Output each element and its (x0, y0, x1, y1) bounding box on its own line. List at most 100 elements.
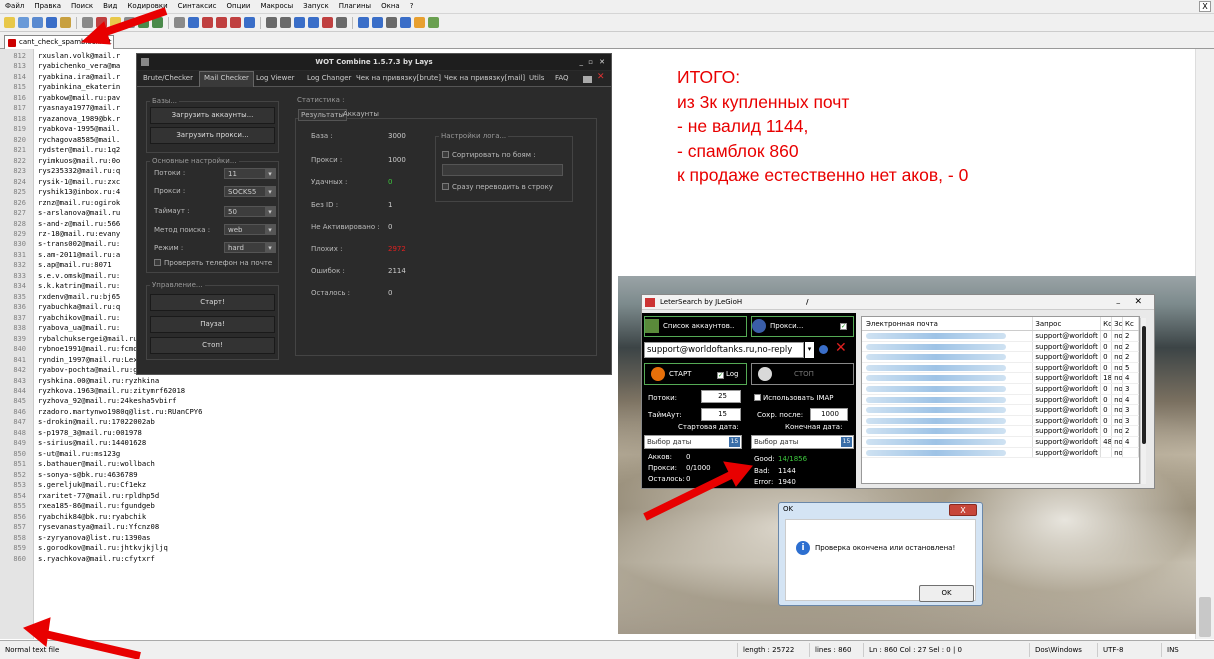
toolbar-icon-4[interactable] (60, 17, 71, 28)
sort-by-battles-checkbox[interactable]: Сортировать по боям : (442, 151, 536, 159)
vertical-scrollbar[interactable] (1195, 49, 1214, 639)
stop-button[interactable]: Стоп! (150, 337, 275, 354)
menu-item-2[interactable]: Поиск (66, 0, 98, 10)
mode-select[interactable]: hard (224, 242, 276, 253)
toolbar-icon-20[interactable] (308, 17, 319, 28)
toolbar-icon-3[interactable] (46, 17, 57, 28)
toolbar-icon-18[interactable] (280, 17, 291, 28)
toolbar-icon-17[interactable] (266, 17, 277, 28)
menu-item-6[interactable]: Опции (222, 0, 256, 10)
toolbar-icon-6[interactable] (96, 17, 107, 28)
toolbar-icon-12[interactable] (188, 17, 199, 28)
threads-stepper[interactable]: 11 (224, 168, 276, 179)
load-accounts-button[interactable]: Загрузить аккаунты... (150, 107, 275, 124)
close-icon[interactable]: ✕ (1134, 295, 1142, 310)
table-row[interactable]: support@worldoft 0 no 3 (862, 415, 1139, 427)
minimize-icon[interactable]: _ (580, 54, 584, 70)
toolbar-icon-7[interactable] (110, 17, 121, 28)
accounts-list-button[interactable]: Список аккаунтов.. (644, 316, 747, 337)
table-row[interactable]: support@worldoft 0 no 2 (862, 352, 1139, 363)
toolbar-icon-14[interactable] (216, 17, 227, 28)
table-row[interactable]: support@worldoft 0 no 4 (862, 394, 1139, 406)
imap-checkbox[interactable]: Использовать IMAP (754, 394, 834, 402)
pause-button[interactable]: Пауза! (150, 316, 275, 333)
menu-item-3[interactable]: Вид (98, 0, 122, 10)
to-line-checkbox[interactable]: Сразу переводить в строку (442, 183, 553, 191)
menu-item-8[interactable]: Запуск (298, 0, 334, 10)
table-row[interactable]: support@worldoft 0 no 2 (862, 331, 1139, 342)
column-k2[interactable]: Кс (1123, 317, 1139, 330)
tab-log-changer[interactable]: Log Changer (307, 74, 351, 82)
ok-button[interactable]: OK (919, 585, 974, 602)
close-button[interactable]: X (949, 504, 977, 516)
table-scrollbar[interactable] (1140, 318, 1146, 484)
timeout-stepper[interactable]: 15 (701, 408, 741, 421)
toolbar-icon-15[interactable] (230, 17, 241, 28)
menu-item-10[interactable]: Окна (376, 0, 405, 10)
column-k1[interactable]: Кс (1101, 317, 1113, 330)
toolbar-icon-2[interactable] (32, 17, 43, 28)
scrollbar-thumb[interactable] (1199, 597, 1211, 637)
close-icon[interactable]: ✕ (599, 54, 605, 70)
calendar-icon[interactable]: 15 (841, 437, 852, 447)
toolbar-icon-11[interactable] (174, 17, 185, 28)
toolbar-icon-26[interactable] (400, 17, 411, 28)
load-proxy-button[interactable]: Загрузить прокси... (150, 127, 275, 144)
add-icon[interactable] (819, 345, 828, 354)
proxy-checkbox[interactable]: ✓ (840, 323, 847, 330)
stop-button[interactable]: СТОП (751, 363, 854, 385)
menu-item-9[interactable]: Плагины (334, 0, 376, 10)
toolbar-icon-13[interactable] (202, 17, 213, 28)
table-row[interactable]: support@worldoft 0 no 5 (862, 362, 1139, 374)
tab-utils[interactable]: Utils (529, 74, 544, 82)
log-checkbox[interactable]: ✓ Log (717, 364, 739, 384)
toolbar-icon-27[interactable] (414, 17, 425, 28)
toolbar-icon-22[interactable] (336, 17, 347, 28)
tab-log-viewer[interactable]: Log Viewer (256, 74, 295, 82)
search-method-select[interactable]: web (224, 224, 276, 235)
toolbar-icon-0[interactable] (4, 17, 15, 28)
menu-item-7[interactable]: Макросы (255, 0, 298, 10)
table-row[interactable]: support@worldoft 0 no 2 (862, 426, 1139, 437)
tools-icon[interactable]: ✕ (597, 72, 605, 82)
toolbar-icon-28[interactable] (428, 17, 439, 28)
toolbar-icon-1[interactable] (18, 17, 29, 28)
check-phone-checkbox[interactable]: Проверять телефон на почте (154, 259, 272, 267)
menu-item-1[interactable]: Правка (29, 0, 66, 10)
toolbar-icon-24[interactable] (372, 17, 383, 28)
toolbar-icon-5[interactable] (82, 17, 93, 28)
scrollbar-thumb[interactable] (1142, 326, 1146, 444)
tab-brute-checker[interactable]: Brute/Checker (143, 74, 193, 82)
menu-item-4[interactable]: Кодировки (122, 0, 172, 10)
close-icon[interactable]: X (1199, 1, 1211, 12)
proxy-type-select[interactable]: SOCKS5 (224, 186, 276, 197)
proxy-button[interactable]: Прокси... ✓ (751, 316, 854, 337)
table-row[interactable]: support@worldoft 0 no 3 (862, 383, 1139, 395)
delete-icon[interactable]: ✕ (835, 341, 847, 355)
sort-battles-input[interactable] (442, 164, 563, 176)
column-email[interactable]: Электронная почта (862, 317, 1034, 330)
settings-icon[interactable] (583, 76, 592, 83)
tab-check-binding-mail[interactable]: Чек на привязку[mail] (444, 74, 525, 82)
threads-stepper[interactable]: 25 (701, 390, 741, 403)
start-button[interactable]: СТАРТ ✓ Log (644, 363, 747, 385)
toolbar-icon-9[interactable] (138, 17, 149, 28)
toolbar-icon-21[interactable] (322, 17, 333, 28)
timeout-stepper[interactable]: 50 (224, 206, 276, 217)
sender-input[interactable]: support@worldoftanks.ru,no-reply (644, 342, 804, 358)
tab-results[interactable]: Результаты (298, 109, 347, 121)
toolbar-icon-16[interactable] (244, 17, 255, 28)
tab-faq[interactable]: FAQ (555, 74, 569, 82)
table-row[interactable]: support@worldoft 48 no 4 (862, 436, 1139, 448)
table-row[interactable]: support@worldoft no (862, 447, 1139, 459)
column-request[interactable]: Запрос (1033, 317, 1102, 330)
menu-item-11[interactable]: ? (405, 0, 419, 10)
column-z[interactable]: Зс (1112, 317, 1124, 330)
menu-item-5[interactable]: Синтаксис (173, 0, 222, 10)
table-row[interactable]: support@worldoft 0 no 2 (862, 341, 1139, 353)
start-date-picker[interactable]: Выбор даты 15 (644, 435, 742, 449)
toolbar-icon-19[interactable] (294, 17, 305, 28)
toolbar-icon-10[interactable] (152, 17, 163, 28)
toolbar-icon-8[interactable] (124, 17, 135, 28)
tab-mail-checker[interactable]: Mail Checker (199, 71, 254, 87)
